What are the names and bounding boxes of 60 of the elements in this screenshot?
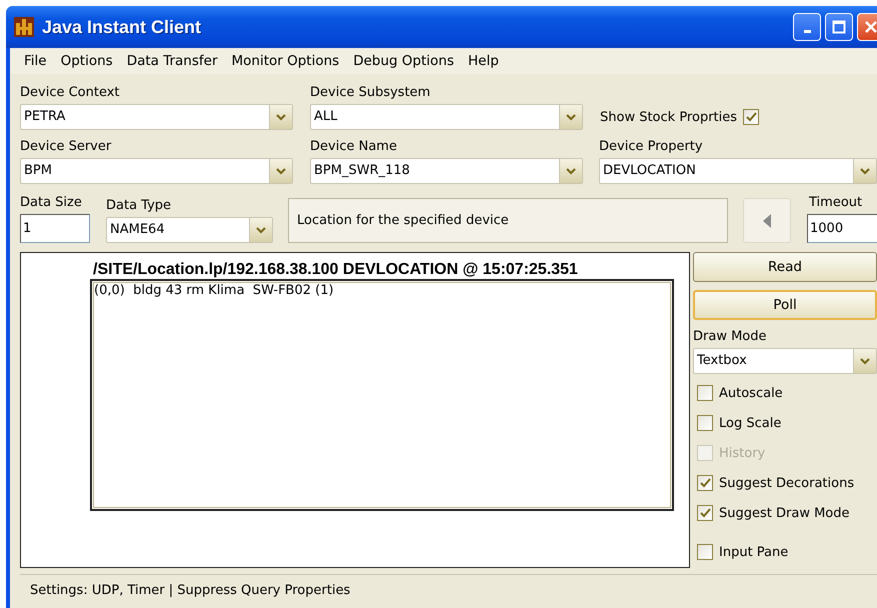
field-label: Device Context	[20, 84, 121, 102]
menu-item[interactable]: File	[18, 53, 55, 69]
checkbox-label: Log Scale	[719, 416, 782, 430]
maximize-button[interactable]	[825, 13, 853, 41]
checkbox-label: Input Pane	[719, 544, 788, 560]
field-label: Data Size	[20, 194, 83, 212]
checkbox[interactable]	[697, 385, 713, 401]
field-label: Device Server	[20, 138, 112, 156]
window-title: Java Instant Client	[42, 16, 202, 38]
checkbox[interactable]	[697, 505, 713, 521]
description-panel: Location for the specified device	[288, 198, 728, 243]
minimize-icon	[804, 30, 810, 32]
menu-item[interactable]: Options	[54, 53, 121, 69]
checkbox-label: Suggest Draw Mode	[719, 506, 850, 520]
action-button[interactable]: Poll	[693, 290, 877, 320]
close-button[interactable]	[857, 13, 877, 41]
status-text: Settings: UDP, Timer | Suppress Query Properties	[30, 582, 350, 598]
field-label: Data Type	[106, 197, 172, 215]
checkbox-label: History	[719, 446, 766, 460]
field-label: Timeout	[808, 194, 864, 212]
field-label: Draw Mode	[693, 328, 768, 346]
checkbox-label: Show Stock Proprties	[600, 110, 738, 124]
chevron-down-icon	[256, 226, 266, 234]
chevron-down-icon	[566, 168, 576, 174]
input-field[interactable]: 1	[20, 214, 90, 243]
action-button[interactable]: Read	[693, 252, 877, 282]
dropdown-field[interactable]: DEVLOCATION	[599, 158, 877, 184]
back-button[interactable]	[743, 198, 791, 243]
dropdown-field[interactable]: Textbox	[693, 348, 877, 374]
dropdown-field[interactable]: BPM_SWR_118	[310, 158, 583, 184]
checkbox-label: Suggest Decorations	[719, 476, 854, 490]
close-icon	[864, 20, 877, 34]
chevron-down-icon	[276, 114, 286, 120]
maximize-icon	[832, 20, 846, 34]
menu-item[interactable]: Help	[462, 53, 507, 69]
left-triangle-icon	[763, 214, 771, 228]
field-label: Device Name	[310, 138, 398, 156]
dropdown-field[interactable]: PETRA	[20, 104, 293, 130]
text-line: (0,0) bldg 43 rm Klima SW-FB02 (1)	[94, 283, 335, 299]
chevron-down-icon	[276, 168, 286, 174]
checkbox[interactable]	[697, 475, 713, 491]
input-field[interactable]: 1000	[807, 214, 877, 243]
chevron-down-icon	[566, 114, 576, 120]
checkbox[interactable]	[697, 544, 713, 560]
dropdown-field[interactable]: BPM	[20, 158, 293, 184]
dropdown-field[interactable]: ALL	[310, 104, 583, 130]
checkbox[interactable]	[743, 109, 760, 125]
menu-item[interactable]: Data Transfer	[120, 53, 226, 69]
menu-item[interactable]: Monitor Options	[226, 53, 348, 69]
field-label: Device Property	[599, 138, 704, 156]
chevron-down-icon	[860, 358, 870, 364]
chevron-down-icon	[860, 168, 870, 174]
checkbox-label: Autoscale	[719, 386, 783, 400]
display-title: /SITE/Location.lp/192.168.38.100 DEVLOCATION @ 15:07:25.351	[93, 261, 578, 279]
field-label: Device Subsystem	[310, 84, 432, 102]
minimize-button[interactable]	[793, 13, 821, 41]
dropdown-field[interactable]: NAME64	[106, 217, 273, 243]
castle-icon	[14, 17, 34, 37]
checkbox[interactable]	[697, 415, 713, 431]
menu-item[interactable]: Debug Options	[347, 53, 462, 69]
